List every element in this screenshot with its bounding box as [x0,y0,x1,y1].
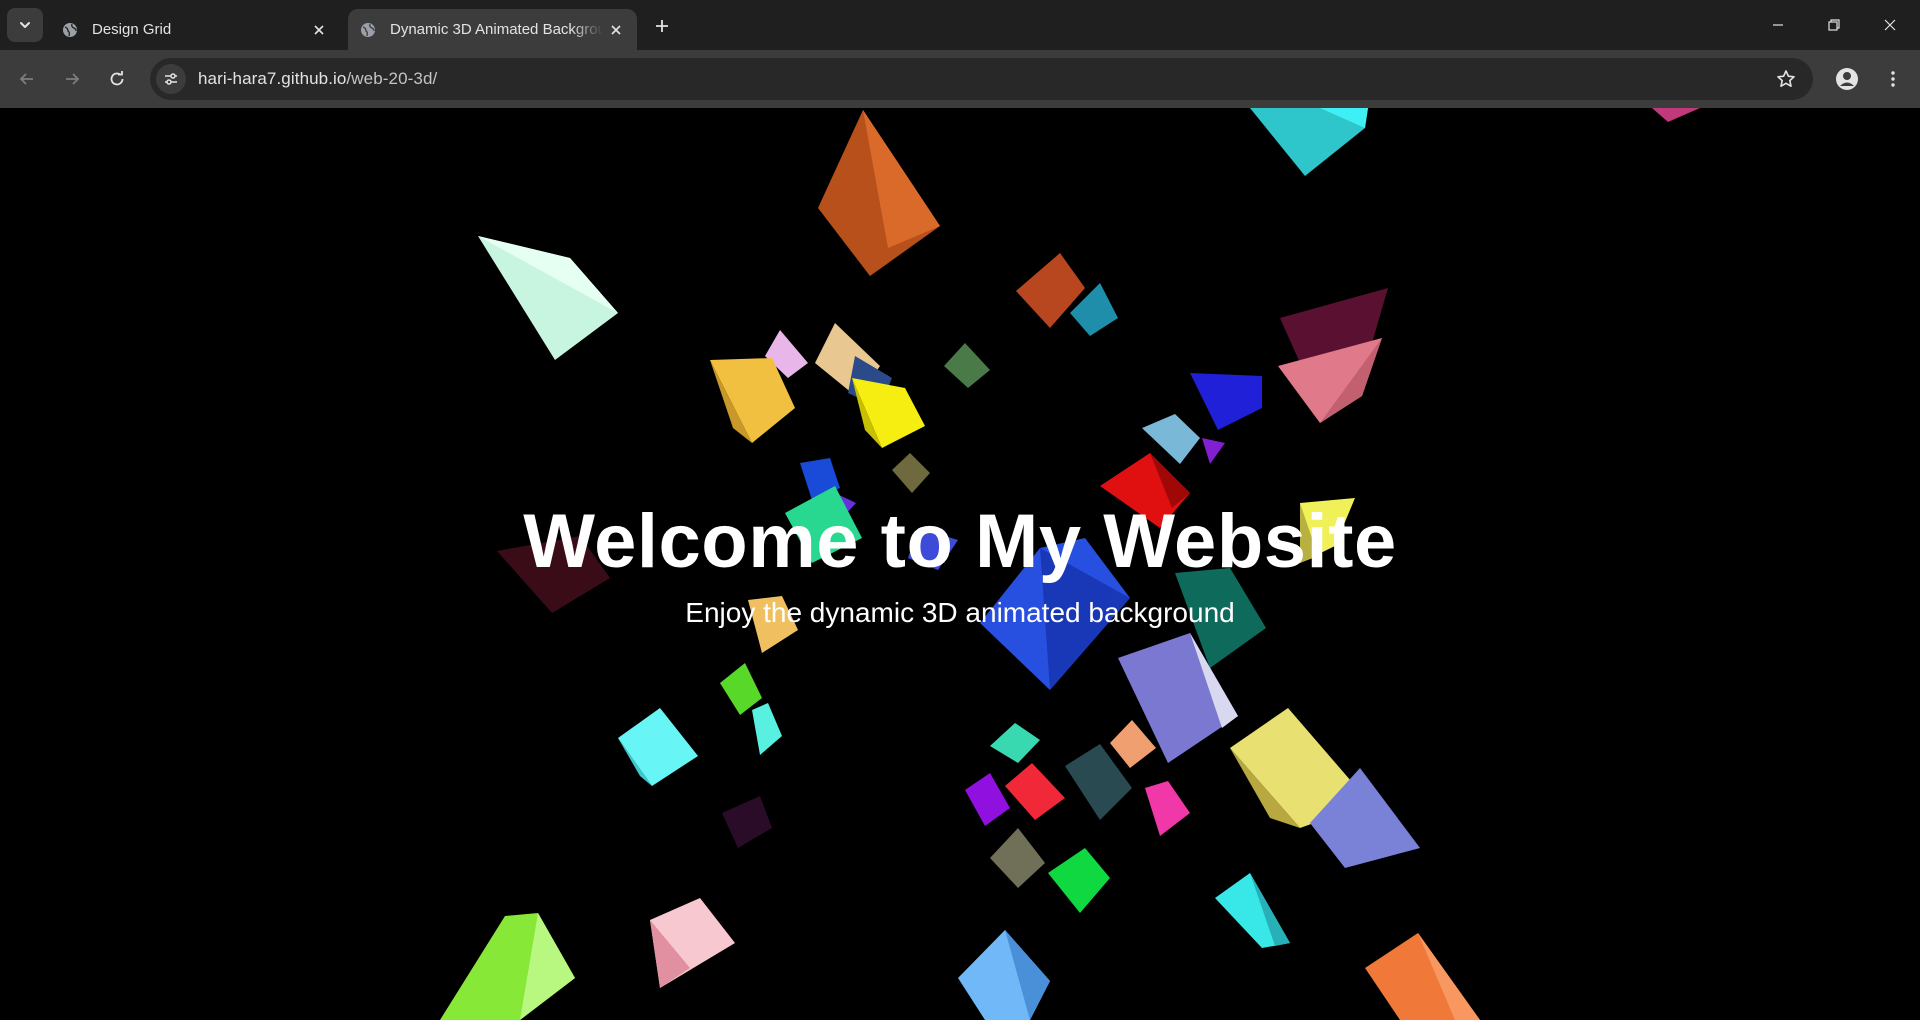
3d-shape [944,343,990,388]
site-info-button[interactable] [156,64,186,94]
close-window-button[interactable] [1862,0,1918,50]
reload-button[interactable] [100,62,134,96]
chrome-menu-button[interactable] [1876,62,1910,96]
3d-shape [1048,848,1110,913]
tune-icon [165,73,177,85]
minimize-button[interactable] [1750,0,1806,50]
tab-title: Design Grid [92,21,172,38]
close-tab-button[interactable] [306,17,332,43]
hero-title: Welcome to My Website [523,499,1397,584]
tab-strip: Design Grid Dynamic 3D Animated Backgrou… [0,0,1920,50]
3d-shape [720,663,762,715]
minimize-icon [1773,24,1783,26]
globe-icon [63,22,77,37]
restore-button[interactable] [1806,0,1862,50]
forward-button[interactable] [55,62,89,96]
close-window-icon [1884,19,1896,31]
page-viewport: Welcome to My Website Enjoy the dynamic … [0,108,1920,1020]
3d-shape [1202,438,1225,464]
restore-icon [1828,19,1840,31]
close-icon [314,24,324,35]
tab-title: Dynamic 3D Animated Background [390,21,603,38]
arrow-left-icon [19,73,33,85]
3d-shape [752,703,782,755]
new-tab-button[interactable] [648,12,676,40]
bookmark-button[interactable] [1771,64,1801,94]
kebab-menu-icon [1891,71,1895,87]
close-icon [611,24,621,35]
hero-subtitle: Enjoy the dynamic 3D animated background [685,597,1235,628]
url-host: hari-hara7.github.io [198,69,347,88]
profile-button[interactable] [1830,62,1864,96]
tab-design-grid[interactable]: Design Grid [50,9,340,50]
address-bar[interactable]: hari-hara7.github.io/web-20-3d/ [150,58,1813,100]
3d-shape [1110,720,1156,768]
3d-shape [1005,763,1065,820]
3d-shape [1652,108,1700,122]
3d-shape [990,828,1045,888]
3d-shape [892,453,930,493]
3d-shape [1190,373,1262,430]
reload-icon [110,71,124,86]
back-button[interactable] [10,62,44,96]
chevron-down-icon [20,22,30,28]
url-text: hari-hara7.github.io/web-20-3d/ [198,69,437,89]
browser-toolbar: hari-hara7.github.io/web-20-3d/ [0,50,1920,108]
close-tab-button[interactable] [603,17,629,43]
url-path: /web-20-3d/ [346,69,438,88]
globe-icon [361,22,375,37]
person-icon [1836,68,1858,90]
3d-shape [965,773,1010,826]
plus-icon [656,20,668,32]
3d-shape [990,723,1040,763]
arrow-right-icon [66,73,80,85]
3d-shape [722,796,772,848]
star-icon [1777,70,1795,87]
tab-search-button[interactable] [7,8,43,42]
3d-shape [618,708,698,786]
tab-dynamic-3d[interactable]: Dynamic 3D Animated Background [348,9,637,50]
3d-shape [1145,781,1190,836]
